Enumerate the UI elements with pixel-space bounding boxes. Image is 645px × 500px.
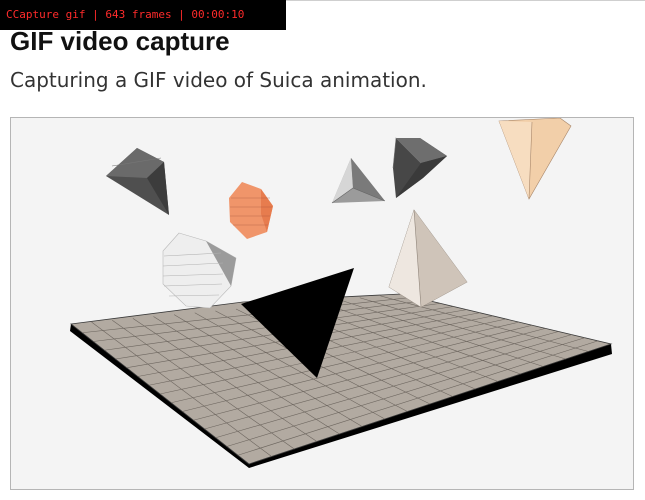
scene-svg — [70, 118, 613, 468]
dark-gray-cube — [392, 137, 447, 198]
page-subtitle: Capturing a GIF video of Suica animation… — [10, 68, 427, 92]
beige-pyramid — [388, 209, 468, 308]
capture-status-overlay: CCapture gif | 643 frames | 00:00:10 — [0, 0, 286, 30]
dark-gray-gem — [106, 148, 169, 215]
scene-group — [70, 118, 613, 468]
animation-canvas[interactable] — [10, 117, 634, 490]
peach-pyramid — [498, 118, 572, 200]
orange-hexagon — [229, 182, 273, 239]
gray-tetrahedron — [331, 158, 386, 204]
white-hexagon — [162, 232, 237, 309]
